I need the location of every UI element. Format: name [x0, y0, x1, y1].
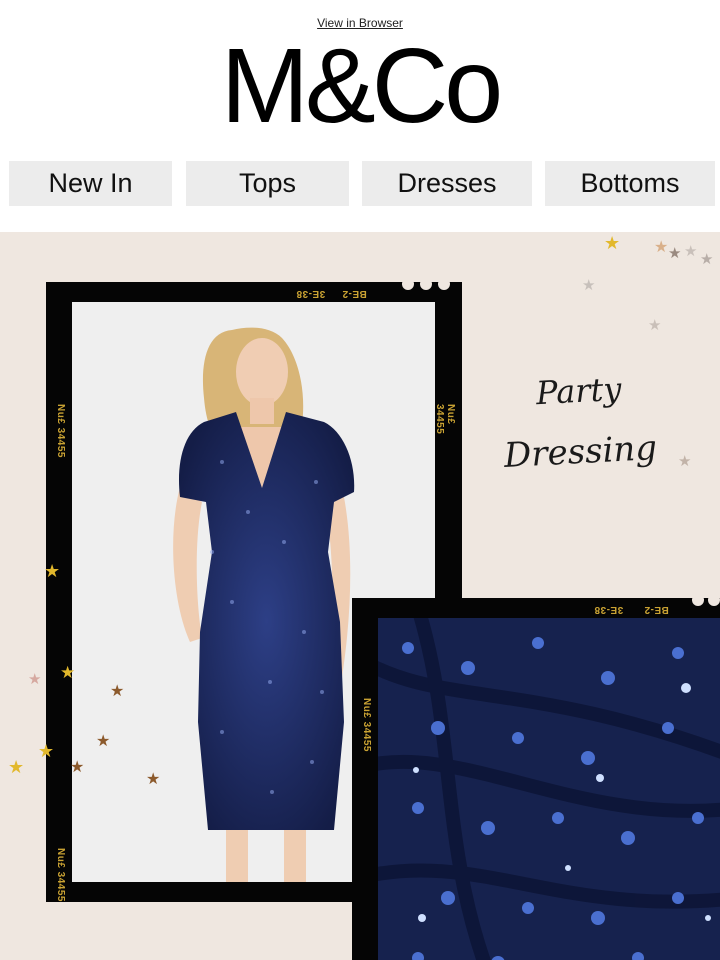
star-icon: ★ — [146, 771, 161, 788]
star-icon: ★ — [648, 317, 662, 334]
headline-line2: Dressing — [503, 428, 659, 476]
film-frame-detail: 3E-38 BE-2 Nu£ 34455 — [352, 594, 720, 960]
headline-line1: Party — [535, 369, 623, 413]
star-icon: ★ — [700, 251, 714, 268]
star-icon: ★ — [28, 671, 42, 688]
star-icon: ★ — [668, 245, 682, 262]
star-icon: ★ — [38, 741, 55, 761]
film-code-side-right: Nu£ 34455 — [434, 404, 456, 435]
film-code-b: 3E-38 — [296, 288, 326, 299]
nav-bottoms-button[interactable]: Bottoms — [545, 161, 715, 206]
brand-logo[interactable]: M&Co — [0, 30, 720, 142]
star-icon: ★ — [582, 277, 596, 294]
star-icon: ★ — [60, 663, 76, 682]
star-icon: ★ — [44, 561, 61, 581]
nav-tops-button[interactable]: Tops — [186, 161, 349, 206]
film-code-a: BE-2 — [342, 288, 367, 299]
star-icon: ★ — [110, 683, 125, 700]
category-nav: New In Tops Dresses Bottoms — [0, 161, 720, 206]
film-code-a-detail: BE-2 — [644, 604, 669, 615]
star-icon: ★ — [70, 759, 85, 776]
nav-dresses-button[interactable]: Dresses — [362, 161, 532, 206]
hero-banner[interactable]: 3E-38 BE-2 Nu£ 34455 Nu£ 34455 Nu£ 34455 — [0, 232, 720, 960]
star-icon: ★ — [684, 243, 698, 260]
email-header: View in Browser M&Co New In Tops Dresses… — [0, 0, 720, 232]
film-code-side-left-lower: Nu£ 34455 — [55, 848, 66, 902]
film-code-side-left: Nu£ 34455 — [55, 404, 66, 458]
sequin-fabric-image — [378, 618, 720, 960]
star-icon: ★ — [96, 733, 111, 750]
star-icon: ★ — [8, 757, 25, 777]
star-icon: ★ — [678, 453, 692, 470]
film-code-b-detail: 3E-38 — [594, 604, 624, 615]
star-icon: ★ — [604, 233, 621, 253]
nav-new-in-button[interactable]: New In — [9, 161, 172, 206]
film-code-side-detail: Nu£ 34455 — [361, 698, 372, 752]
star-icon: ★ — [654, 239, 669, 256]
fabric-detail-photo[interactable] — [378, 618, 720, 960]
